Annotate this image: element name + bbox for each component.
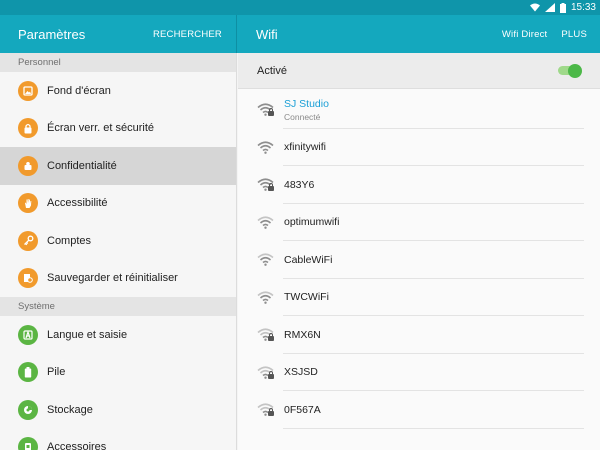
lock-icon	[268, 108, 274, 117]
network-name: RMX6N	[284, 328, 321, 341]
network-name: SJ Studio	[284, 97, 329, 110]
network-row[interactable]: CableWiFi	[238, 241, 600, 279]
network-name: XSJSD	[284, 366, 318, 379]
network-row[interactable]: RMX6N	[238, 316, 600, 354]
status-time: 15:33	[570, 2, 596, 13]
network-name: optimumwifi	[284, 216, 340, 229]
network-name: CableWiFi	[284, 253, 333, 266]
backup-icon	[18, 268, 38, 289]
menu-item-privacy[interactable]: Confidentialité	[0, 147, 236, 185]
menu-item-backup-reset[interactable]: Sauvegarder et réinitialiser	[0, 260, 236, 298]
menu-item-language[interactable]: Langue et saisie	[0, 316, 236, 354]
menu-item-wallpaper[interactable]: Fond d'écran	[0, 72, 236, 110]
menu-item-label: Écran verr. et sécurité	[47, 122, 154, 135]
wifi-active-label: Activé	[257, 64, 287, 77]
section-header-systeme: Système	[0, 297, 236, 316]
battery-icon	[18, 362, 38, 383]
menu-item-lock-screen[interactable]: Écran verr. et sécurité	[0, 110, 236, 148]
menu-item-label: Fond d'écran	[47, 84, 111, 97]
status-bar: 15:33	[0, 0, 600, 15]
network-name: 0F567A	[284, 403, 321, 416]
network-row[interactable]: SJ Studio Connecté	[238, 91, 600, 129]
wifi-signal-icon	[257, 253, 274, 267]
menu-item-accounts[interactable]: Comptes	[0, 222, 236, 260]
network-list: SJ Studio Connecté xfinitywifi 483Y6 opt…	[238, 89, 600, 429]
app-bar: Paramètres RECHERCHER Wifi Wifi Direct P…	[0, 15, 600, 53]
accessory-icon	[18, 437, 38, 450]
lock-icon	[268, 370, 274, 379]
menu-item-storage[interactable]: Stockage	[0, 391, 236, 429]
network-row[interactable]: XSJSD	[238, 354, 600, 392]
wifi-direct-button[interactable]: Wifi Direct	[502, 29, 547, 40]
section-header-personnel: Personnel	[0, 53, 236, 72]
wallpaper-icon	[18, 80, 38, 101]
lock-icon	[268, 408, 274, 417]
menu-item-accessibility[interactable]: Accessibilité	[0, 185, 236, 223]
wifi-signal-icon	[257, 216, 274, 229]
storage-icon	[18, 399, 38, 420]
wifi-signal-icon	[257, 291, 274, 304]
lock-icon	[18, 118, 38, 139]
wifi-title: Wifi	[256, 26, 278, 42]
menu-item-label: Langue et saisie	[47, 328, 128, 341]
privacy-icon	[18, 155, 38, 176]
network-row[interactable]: optimumwifi	[238, 204, 600, 242]
network-row[interactable]: TWCWiFi	[238, 279, 600, 317]
network-name: 483Y6	[284, 178, 315, 191]
menu-item-label: Pile	[47, 366, 66, 379]
language-icon	[18, 324, 38, 345]
menu-item-battery[interactable]: Pile	[0, 354, 236, 392]
network-row[interactable]: 483Y6	[238, 166, 600, 204]
lock-icon	[268, 183, 274, 192]
menu-item-label: Confidentialité	[47, 159, 117, 172]
wifi-header: Wifi Wifi Direct PLUS	[237, 15, 600, 53]
wifi-toggle-switch[interactable]	[558, 63, 582, 78]
wifi-toggle-row[interactable]: Activé	[238, 53, 600, 89]
key-icon	[18, 230, 38, 251]
network-name: TWCWiFi	[284, 291, 329, 304]
battery-status-icon	[559, 2, 566, 13]
wifi-pane: Activé SJ Studio Connecté xfinitywifi 48…	[238, 53, 600, 450]
menu-item-label: Accessibilité	[47, 197, 108, 210]
lock-icon	[268, 333, 274, 342]
network-row[interactable]: 0F567A	[238, 391, 600, 429]
wifi-status-icon	[529, 3, 540, 12]
signal-icon	[544, 3, 555, 12]
menu-item-accessories[interactable]: Accessoires	[0, 429, 236, 450]
hand-icon	[18, 193, 38, 214]
menu-item-label: Accessoires	[47, 441, 107, 450]
settings-list: Personnel Fond d'écran Écran verr. et sé…	[0, 53, 237, 450]
menu-item-label: Sauvegarder et réinitialiser	[47, 272, 178, 285]
settings-title: Paramètres	[18, 26, 86, 42]
settings-header: Paramètres RECHERCHER	[0, 15, 237, 53]
network-status: Connecté	[284, 111, 321, 122]
more-button[interactable]: PLUS	[561, 29, 587, 40]
menu-item-label: Comptes	[47, 234, 92, 247]
network-name: xfinitywifi	[284, 141, 327, 154]
network-row[interactable]: xfinitywifi	[238, 129, 600, 167]
menu-item-label: Stockage	[47, 403, 93, 416]
search-button[interactable]: RECHERCHER	[153, 29, 222, 40]
wifi-signal-icon	[257, 141, 274, 154]
